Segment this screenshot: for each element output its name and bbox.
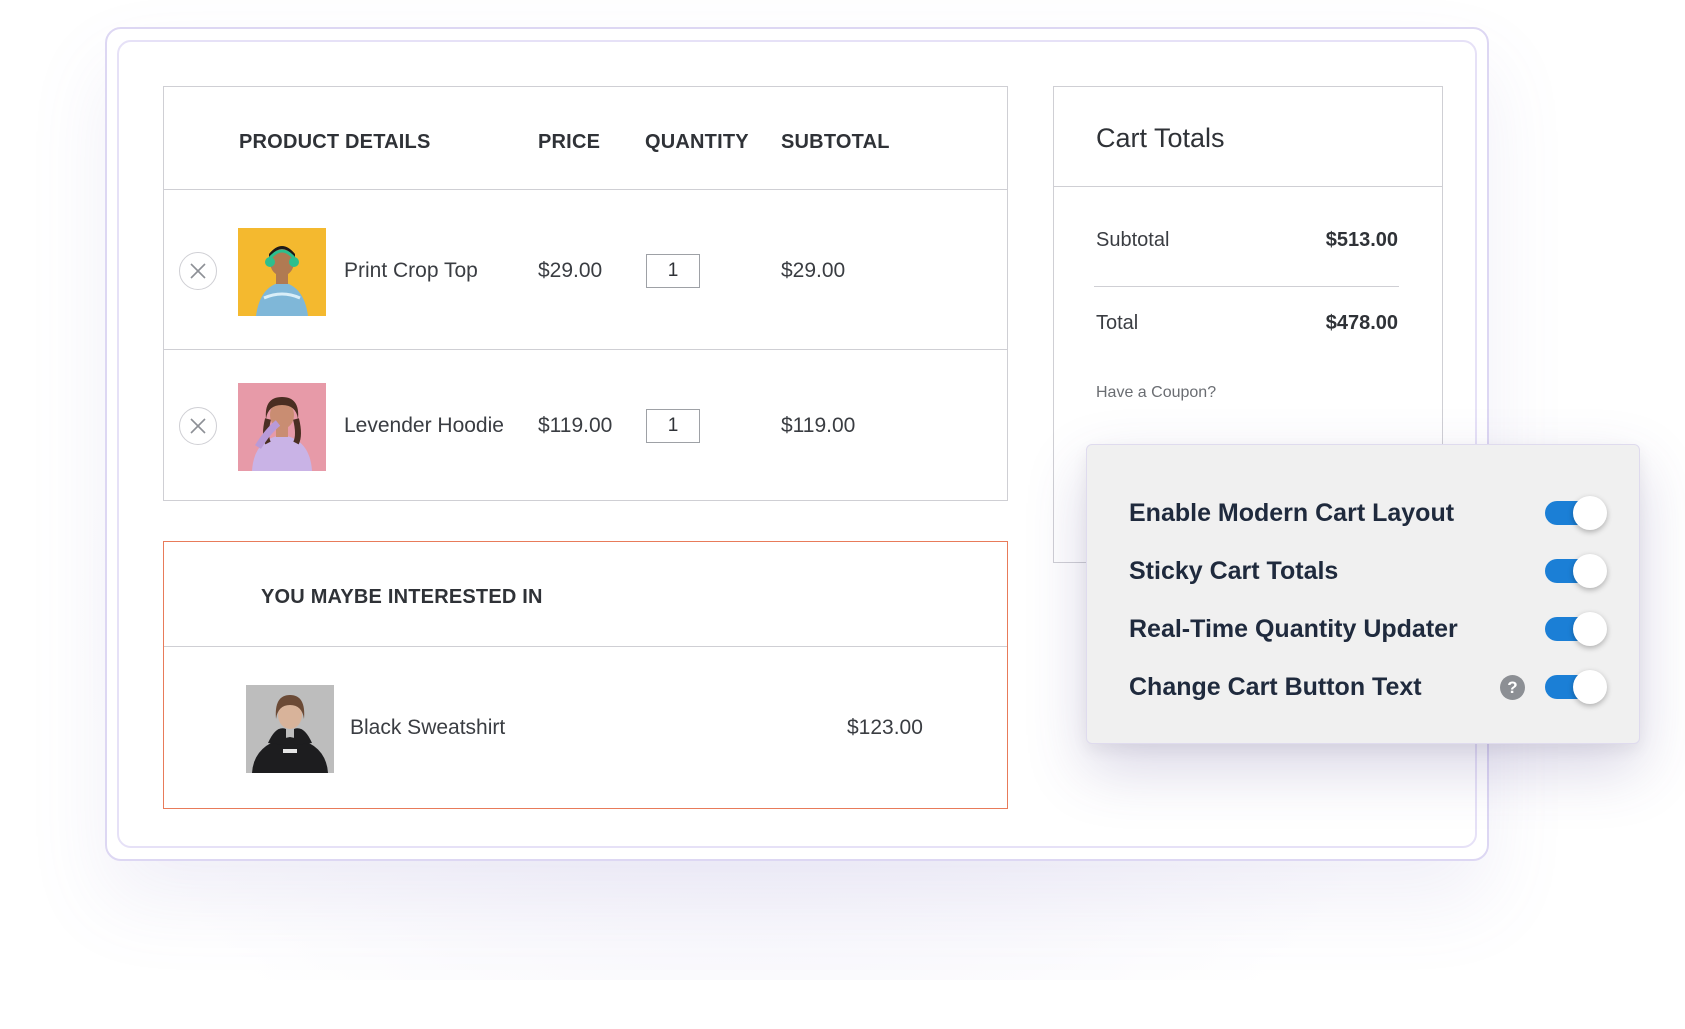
cart-totals-title: Cart Totals xyxy=(1096,123,1225,153)
cart-totals-header: Cart Totals xyxy=(1054,87,1442,187)
product-photo-crop-top xyxy=(238,228,326,316)
setting-change-cart-button-text: Change Cart Button Text ? xyxy=(1129,667,1607,707)
product-photo-hoodie xyxy=(238,383,326,471)
change-cart-button-text-toggle[interactable] xyxy=(1545,670,1607,704)
coupon-link[interactable]: Have a Coupon? xyxy=(1096,384,1216,402)
product-price: $119.00 xyxy=(538,414,613,437)
header-product-details: PRODUCT DETAILS xyxy=(239,131,431,153)
cart-row: Print Crop Top $29.00 $29.00 xyxy=(164,190,1007,350)
close-icon xyxy=(190,263,206,279)
setting-modern-cart-layout: Enable Modern Cart Layout xyxy=(1129,493,1607,533)
upsell-product-name[interactable]: Black Sweatshirt xyxy=(350,716,505,740)
upsell-thumbnail[interactable] xyxy=(246,685,334,773)
setting-realtime-quantity-updater: Real-Time Quantity Updater xyxy=(1129,609,1607,649)
modern-cart-layout-toggle[interactable] xyxy=(1545,496,1607,530)
product-price: $29.00 xyxy=(538,259,603,282)
setting-label: Sticky Cart Totals xyxy=(1129,557,1339,585)
product-name[interactable]: Print Crop Top xyxy=(344,259,478,283)
setting-label: Real-Time Quantity Updater xyxy=(1129,615,1458,643)
cart-table: PRODUCT DETAILS PRICE QUANTITY SUBTOTAL xyxy=(163,86,1008,501)
product-thumbnail[interactable] xyxy=(238,228,326,316)
header-price: PRICE xyxy=(538,131,601,153)
totals-divider xyxy=(1094,286,1399,287)
upsell-section: YOU MAYBE INTERESTED IN Black Sweatshirt… xyxy=(163,541,1008,809)
product-subtotal: $119.00 xyxy=(781,414,856,437)
settings-panel: Enable Modern Cart Layout Sticky Cart To… xyxy=(1086,444,1640,744)
toggle-knob xyxy=(1573,496,1607,530)
realtime-quantity-updater-toggle[interactable] xyxy=(1545,612,1607,646)
cart-row: Levender Hoodie $119.00 $119.00 xyxy=(164,350,1007,502)
toggle-knob xyxy=(1573,612,1607,646)
subtotal-value: $513.00 xyxy=(1325,229,1398,251)
quantity-input[interactable] xyxy=(646,254,700,288)
setting-label: Change Cart Button Text xyxy=(1129,673,1422,701)
setting-label: Enable Modern Cart Layout xyxy=(1129,499,1455,527)
upsell-product-price: $123.00 xyxy=(847,716,923,739)
close-icon xyxy=(190,418,206,434)
product-photo-sweatshirt xyxy=(246,685,334,773)
product-name[interactable]: Levender Hoodie xyxy=(344,414,504,438)
toggle-knob xyxy=(1573,554,1607,588)
sticky-cart-totals-toggle[interactable] xyxy=(1545,554,1607,588)
remove-item-button[interactable] xyxy=(179,252,217,290)
upsell-header: YOU MAYBE INTERESTED IN xyxy=(164,542,1007,647)
total-label: Total xyxy=(1096,312,1139,334)
setting-sticky-cart-totals: Sticky Cart Totals xyxy=(1129,551,1607,591)
header-subtotal: SUBTOTAL xyxy=(781,131,890,153)
quantity-input[interactable] xyxy=(646,409,700,443)
help-icon[interactable]: ? xyxy=(1500,675,1525,700)
subtotal-label: Subtotal xyxy=(1096,229,1170,251)
product-subtotal: $29.00 xyxy=(781,259,846,282)
header-quantity: QUANTITY xyxy=(645,131,749,153)
upsell-title: YOU MAYBE INTERESTED IN xyxy=(261,586,543,608)
product-thumbnail[interactable] xyxy=(238,383,326,471)
cart-table-header: PRODUCT DETAILS PRICE QUANTITY SUBTOTAL xyxy=(164,87,1007,190)
remove-item-button[interactable] xyxy=(179,407,217,445)
toggle-knob xyxy=(1573,670,1607,704)
total-value: $478.00 xyxy=(1325,312,1398,334)
